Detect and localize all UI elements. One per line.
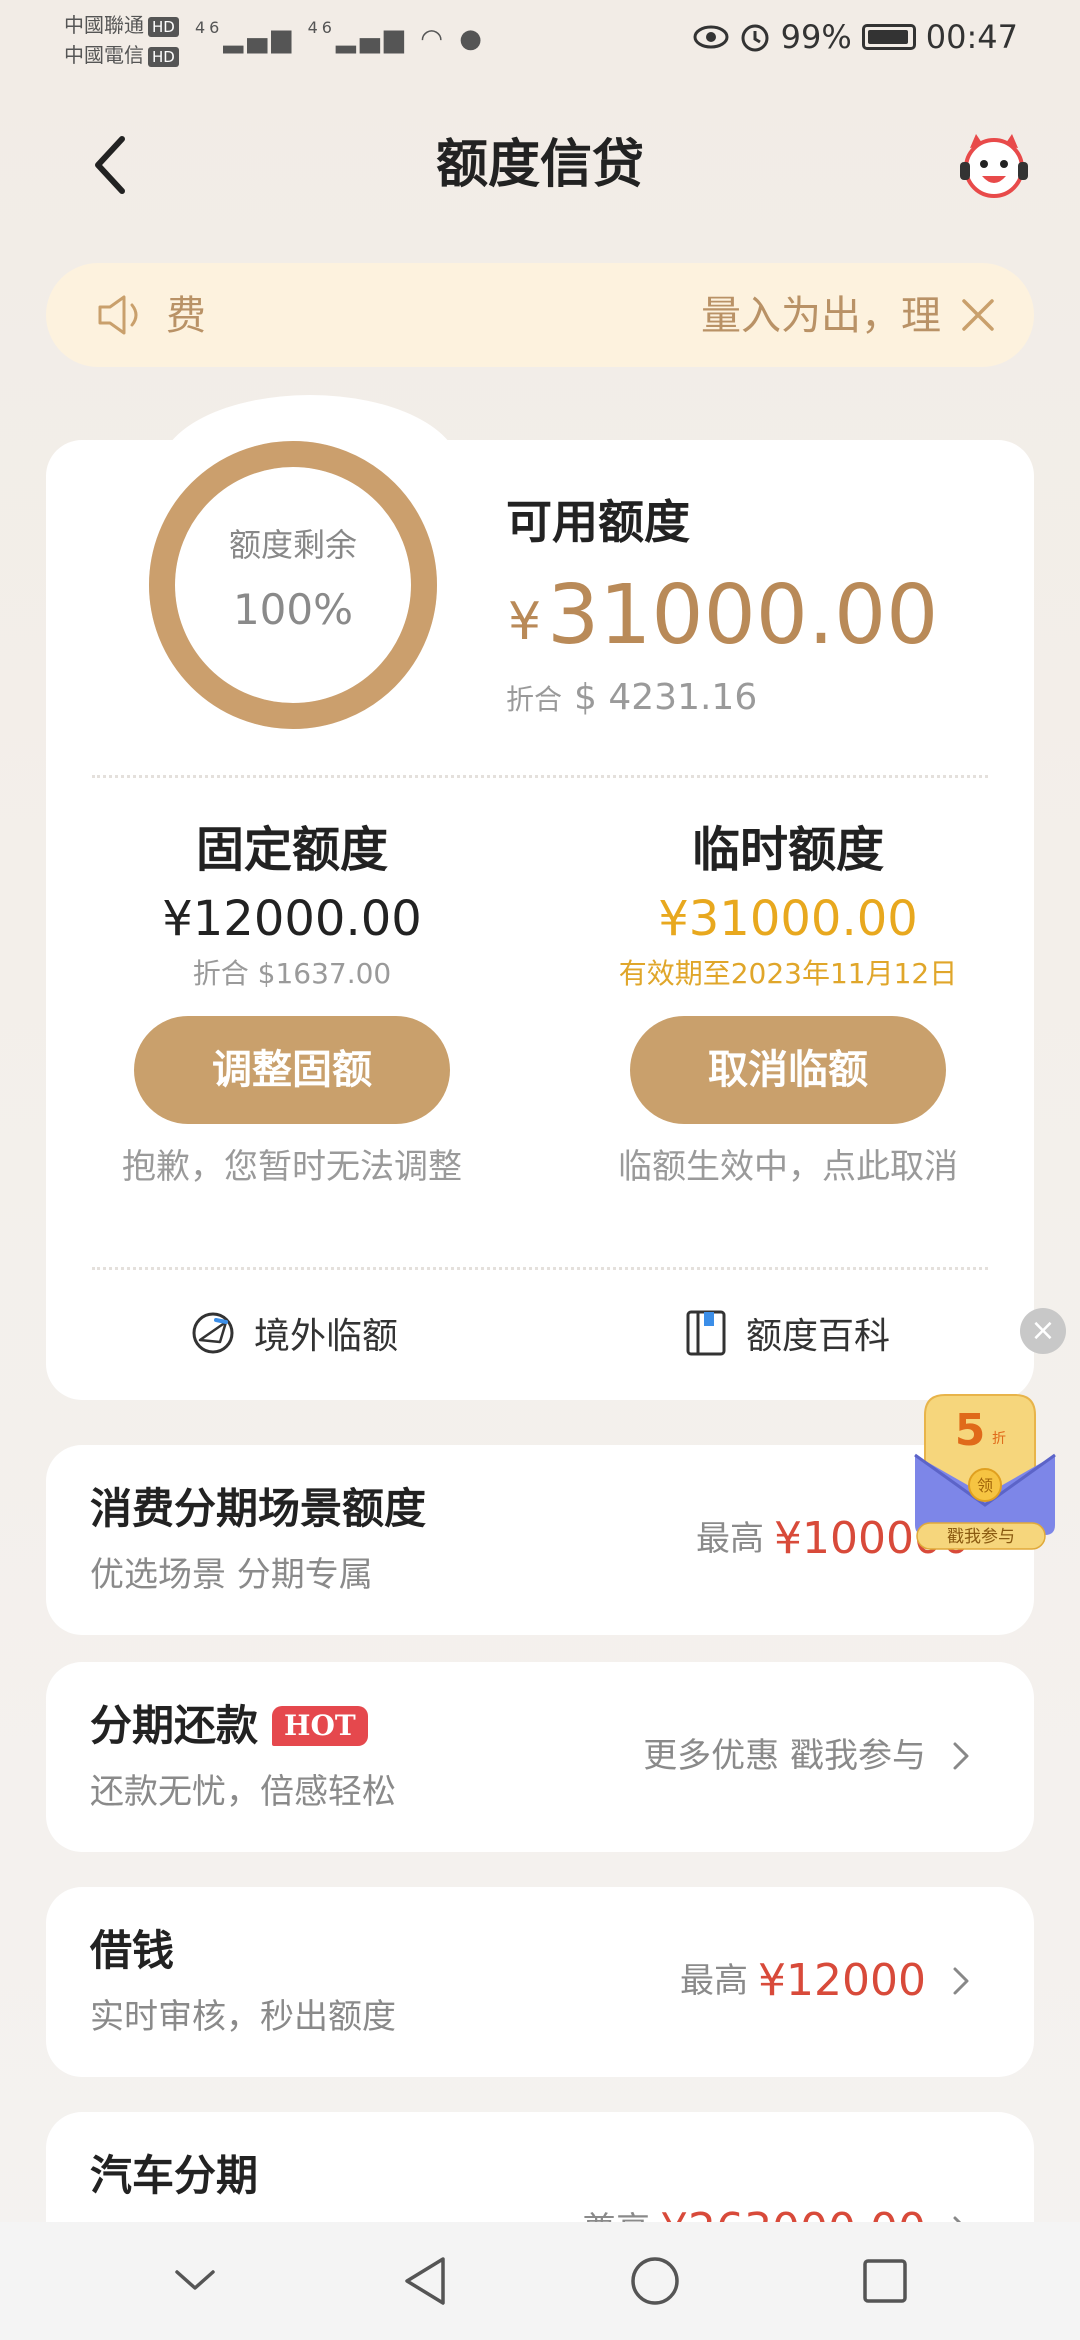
chevron-down-icon	[175, 2270, 215, 2290]
nav-recents-button[interactable]	[850, 2246, 920, 2316]
temporary-credit-amount: ¥31000.00	[658, 891, 918, 947]
available-credit-amount: ¥31000.00	[508, 568, 938, 686]
chevron-right-icon	[953, 1742, 969, 1770]
chevron-right-icon	[953, 1967, 969, 1995]
adjust-fixed-button[interactable]: 调整固额	[134, 1016, 450, 1124]
item-right-prefix: 更多优惠 戳我参与	[643, 1736, 926, 1776]
item-right-prefix: 最高	[696, 1519, 765, 1559]
plane-icon	[192, 1312, 234, 1354]
item-title-row: 分期还款 HOT	[90, 1698, 368, 1754]
floating-promo[interactable]: 领 5 折 戳我参与	[905, 1385, 1065, 1555]
item-title: 分期还款	[90, 1701, 259, 1750]
wifi-icon: ◠	[420, 24, 447, 54]
fixed-credit-hint: 抱歉，您暂时无法调整	[122, 1147, 462, 1187]
list-item-borrow[interactable]: 借钱 实时审核，秒出额度 最高 ¥12000	[46, 1887, 1034, 2077]
credit-wiki-link[interactable]: 额度百科	[684, 1305, 890, 1361]
signal-icons: 46▂▄▆ 46▂▄▆ ◠ ●	[195, 18, 486, 54]
carrier-info: 中國聯通 HD 中國電信 HD	[64, 10, 179, 70]
book-icon	[686, 1310, 726, 1356]
circle-home-icon	[631, 2257, 679, 2305]
carrier-1: 中國聯通	[64, 13, 144, 37]
available-usd: 折合 $ 4231.16	[506, 676, 757, 722]
item-right: 最高 ¥12000	[680, 1953, 970, 2009]
eye-icon	[693, 25, 729, 49]
nav-home-button[interactable]	[620, 2246, 690, 2316]
wechat-icon: ●	[459, 24, 486, 54]
status-right: 99% 00:47	[693, 18, 1018, 56]
list-item-consumer-installment[interactable]: 消费分期场景额度 优选场景 分期专属 最高 ¥100000	[46, 1445, 1034, 1635]
available-credit-title: 可用额度	[506, 495, 690, 549]
item-subtitle: 优选场景 分期专属	[90, 1555, 373, 1595]
speaker-icon	[98, 295, 138, 335]
customer-service-mascot-icon[interactable]	[956, 128, 1032, 204]
usd-prefix: 折合	[506, 683, 563, 716]
page-title: 额度信贷	[435, 135, 644, 195]
list-item-installment-repayment[interactable]: 分期还款 HOT 还款无忧，倍感轻松 更多优惠 戳我参与	[46, 1662, 1034, 1852]
temporary-credit-hint[interactable]: 临额生效中，点此取消	[568, 1144, 1008, 1190]
overseas-temp-credit-link[interactable]: 境外临额	[190, 1305, 398, 1361]
wiki-link-label: 额度百科	[746, 1316, 891, 1357]
square-recents-icon	[863, 2259, 907, 2303]
hd-badge-2: HD	[148, 47, 179, 67]
status-bar: 中國聯通 HD 中國電信 HD 46▂▄▆ 46▂▄▆ ◠ ● 99% 00:47	[0, 0, 1080, 80]
notice-bar[interactable]: 费 量入为出，理	[46, 263, 1034, 367]
cancel-temporary-button[interactable]: 取消临额	[630, 1016, 946, 1124]
ring-label: 额度剩余	[228, 526, 357, 564]
fixed-credit-label: 固定额度	[195, 822, 388, 878]
promo-discount: 5	[955, 1405, 986, 1456]
overseas-link-label: 境外临额	[254, 1316, 399, 1357]
currency-symbol: ¥	[508, 592, 542, 652]
fixed-credit-amount: ¥12000.00	[162, 891, 422, 947]
item-title: 借钱	[90, 1926, 175, 1975]
divider	[92, 775, 988, 778]
usd-amount: $ 4231.16	[574, 677, 758, 718]
battery-percent: 99%	[780, 18, 852, 56]
hd-badge-1: HD	[148, 17, 179, 37]
carrier-2: 中國電信	[64, 43, 144, 67]
item-right-value: ¥12000	[758, 1955, 926, 2006]
divider	[92, 1267, 988, 1270]
available-amount-value: 31000.00	[547, 568, 939, 663]
notice-close-icon[interactable]	[958, 295, 998, 335]
header: 额度信贷	[0, 100, 1080, 230]
signal-icon-2: ▂▄▆	[335, 24, 408, 54]
net-type-2: 46	[307, 18, 336, 37]
notice-scroll-text: 量入为出，理	[701, 293, 941, 339]
net-type-1: 46	[195, 18, 224, 37]
temporary-credit-section: 临时额度 ¥31000.00 有效期至2023年11月12日 取消临额 临额生效…	[568, 820, 1008, 1190]
notice-text: 费	[166, 293, 206, 339]
item-subtitle: 实时审核，秒出额度	[90, 1997, 396, 2037]
signal-icon-1: ▂▄▆	[223, 24, 296, 54]
temporary-credit-validity: 有效期至2023年11月12日	[618, 957, 958, 990]
nav-back-button[interactable]	[390, 2246, 460, 2316]
triangle-back-icon	[405, 2257, 445, 2305]
item-right: 更多优惠 戳我参与	[643, 1728, 970, 1784]
battery-icon	[861, 24, 916, 50]
temporary-credit-label: 临时额度	[691, 822, 884, 878]
system-nav-bar	[0, 2222, 1080, 2340]
clock: 00:47	[925, 18, 1018, 56]
item-subtitle: 还款无忧，倍感轻松	[90, 1772, 396, 1812]
promo-coin: 领	[977, 1476, 993, 1495]
alarm-icon	[741, 24, 769, 52]
promo-discount-unit: 折	[992, 1431, 1006, 1447]
item-title: 汽车分期	[90, 2151, 259, 2200]
fixed-credit-usd: 折合 $1637.00	[192, 957, 392, 990]
item-title: 消费分期场景额度	[90, 1484, 427, 1533]
promo-close-icon[interactable]: ×	[1020, 1308, 1066, 1354]
promo-label: 戳我参与	[947, 1527, 1015, 1547]
nav-collapse-button[interactable]	[160, 2246, 230, 2316]
item-right-prefix: 最高	[680, 1961, 749, 2001]
hot-badge: HOT	[272, 1706, 368, 1746]
ring-value: 100%	[232, 585, 354, 634]
fixed-credit-section: 固定额度 ¥12000.00 折合 $1637.00 调整固额 抱歉，您暂时无法…	[72, 820, 512, 1190]
